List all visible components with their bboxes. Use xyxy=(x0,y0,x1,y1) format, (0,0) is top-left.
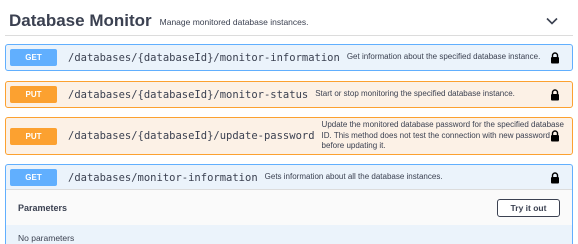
method-badge: PUT xyxy=(10,86,57,103)
no-parameters-text: No parameters xyxy=(18,233,75,243)
operation-path: /databases/monitor-information xyxy=(68,171,258,184)
operation-summary: Start or stop monitoring the specified d… xyxy=(315,89,515,99)
operation-get-monitor-information[interactable]: GET /databases/{databaseId}/monitor-info… xyxy=(5,44,573,71)
lock-icon[interactable] xyxy=(550,88,560,101)
operation-get-all-monitor-information[interactable]: GET /databases/monitor-information Gets … xyxy=(5,164,573,190)
chevron-down-icon[interactable] xyxy=(545,14,559,28)
section-description: Manage monitored database instances. xyxy=(159,16,309,27)
lock-icon[interactable] xyxy=(550,130,560,142)
operation-put-monitor-status[interactable]: PUT /databases/{databaseId}/monitor-stat… xyxy=(5,81,573,108)
parameters-title: Parameters xyxy=(18,202,68,213)
parameters-header: Parameters Try it out xyxy=(6,189,572,225)
operation-put-update-password[interactable]: PUT /databases/{databaseId}/update-passw… xyxy=(5,117,573,155)
operation-summary: Gets information about all the database … xyxy=(264,172,443,182)
method-badge: GET xyxy=(10,169,57,186)
lock-icon[interactable] xyxy=(550,171,560,184)
method-badge: PUT xyxy=(10,127,57,145)
operation-path: /databases/{databaseId}/update-password xyxy=(68,130,315,142)
database-monitor-section: Database Monitor Manage monitored databa… xyxy=(0,0,578,244)
section-title: Database Monitor xyxy=(9,10,152,30)
operation-path: /databases/{databaseId}/monitor-informat… xyxy=(68,51,340,64)
operation-summary: Get information about the specified data… xyxy=(346,52,541,62)
lock-icon[interactable] xyxy=(550,51,560,64)
method-badge: GET xyxy=(10,49,57,66)
operation-summary: Update the monitored database password f… xyxy=(321,120,564,151)
operation-path: /databases/{databaseId}/monitor-status xyxy=(68,88,309,101)
operation-body: Parameters Try it out No parameters xyxy=(5,189,573,244)
section-header[interactable]: Database Monitor Manage monitored databa… xyxy=(5,6,573,36)
try-it-out-button[interactable]: Try it out xyxy=(497,199,560,217)
